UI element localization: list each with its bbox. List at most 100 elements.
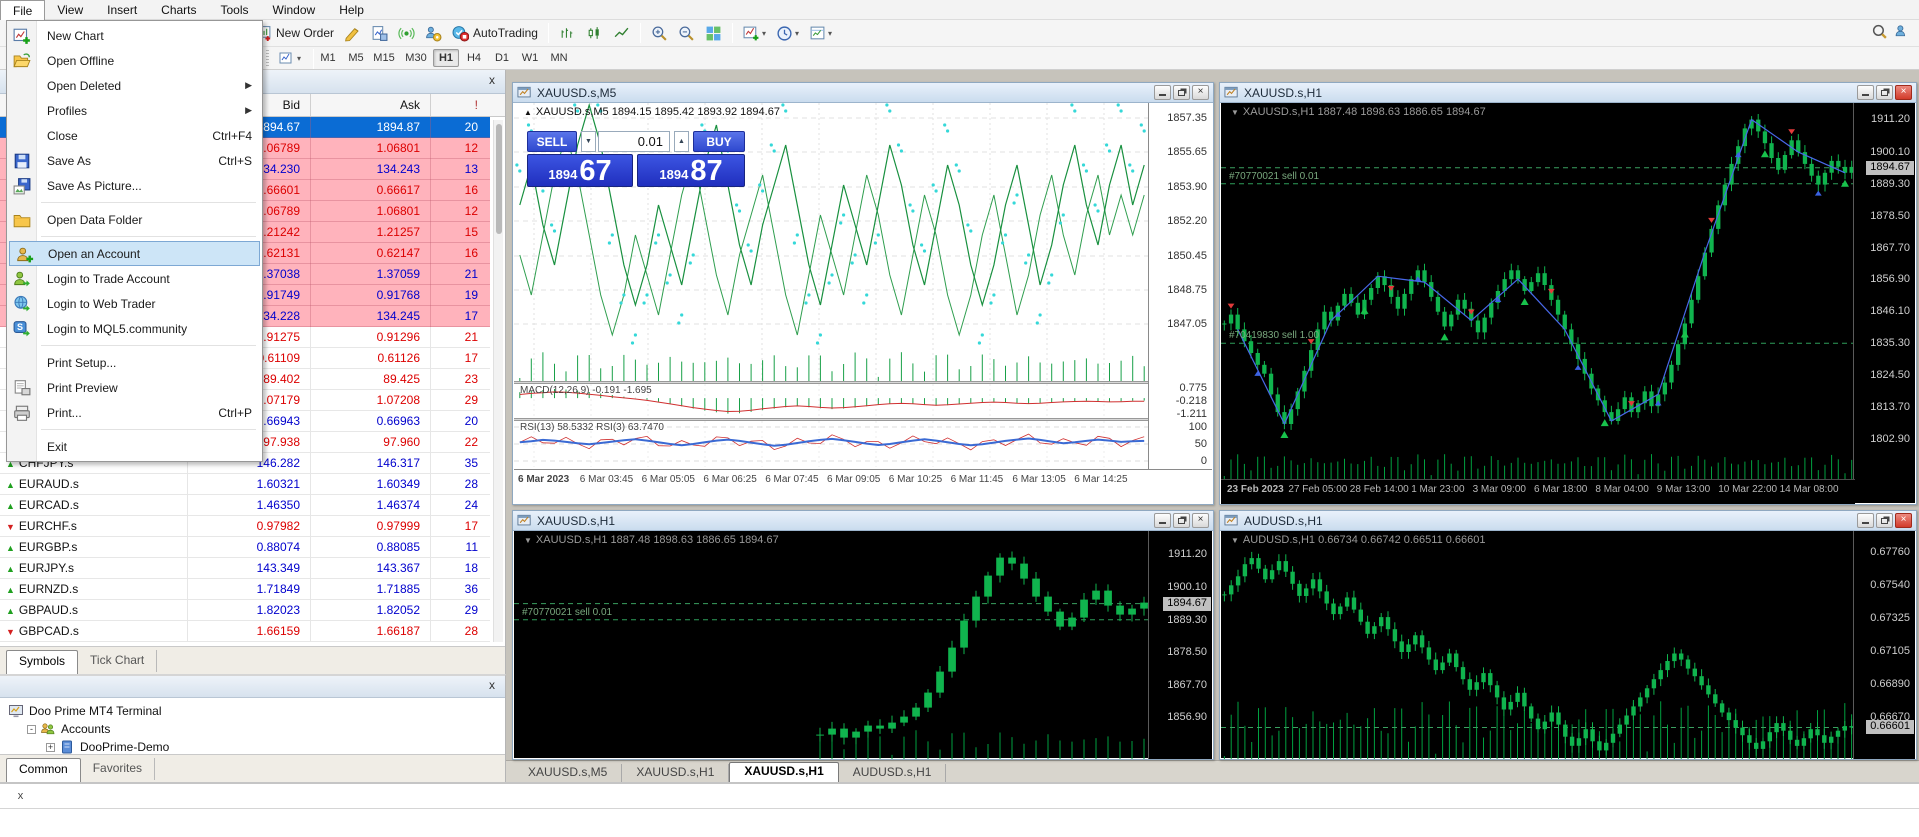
bars-chart-button[interactable] bbox=[555, 22, 580, 45]
chart-tab-xauusd-s-m5[interactable]: XAUUSD.s,M5 bbox=[514, 764, 622, 782]
buy-button[interactable]: BUY bbox=[693, 131, 745, 152]
file-menu-item-login-to-mql5-community[interactable]: SLogin to MQL5.community bbox=[7, 316, 262, 341]
file-menu-item-print-setup[interactable]: Print Setup... bbox=[7, 350, 262, 375]
close-button[interactable]: × bbox=[1192, 85, 1209, 100]
file-menu-item-exit[interactable]: Exit bbox=[7, 434, 262, 459]
volume-input[interactable]: 0.01 bbox=[598, 131, 670, 152]
price-scale[interactable]: 0.677600.675400.673250.671050.668900.666… bbox=[1853, 531, 1915, 759]
restore-button[interactable] bbox=[1876, 85, 1893, 100]
file-menu-item-close[interactable]: CloseCtrl+F4 bbox=[7, 123, 262, 148]
timeframe-h1-button[interactable]: H1 bbox=[433, 49, 459, 67]
market-watch-row[interactable]: ▲GBPAUD.s1.820231.8205229 bbox=[0, 600, 490, 621]
tab-tick-chart[interactable]: Tick Chart bbox=[78, 650, 157, 672]
price-scale[interactable]: 1911.201900.101889.301878.501867.701856.… bbox=[1148, 531, 1212, 759]
rsi-pane[interactable]: RSI(13) 58.5332 RSI(3) 63.7470 bbox=[514, 421, 1150, 467]
minimize-button[interactable] bbox=[1857, 85, 1874, 100]
scrollbar-thumb[interactable] bbox=[496, 124, 502, 234]
menubar-item-insert[interactable]: Insert bbox=[95, 0, 149, 20]
file-menu-item-login-to-trade-account[interactable]: Login to Trade Account bbox=[7, 266, 262, 291]
timeframe-h4-button[interactable]: H4 bbox=[461, 49, 487, 67]
chart-plot-area[interactable]: #70770021 sell 0.01#70419830 sell 1.00 bbox=[1221, 103, 1855, 479]
file-menu-item-open-an-account[interactable]: Open an Account bbox=[9, 241, 260, 266]
file-menu-item-save-as-picture[interactable]: Save As Picture... bbox=[7, 173, 262, 198]
zoom-out-button[interactable] bbox=[674, 22, 699, 45]
market-watch-row[interactable]: ▲EURJPY.s143.349143.36718 bbox=[0, 558, 490, 579]
menubar-item-file[interactable]: File bbox=[0, 0, 45, 20]
new-order-button[interactable]: New Order bbox=[251, 22, 338, 45]
zoom-in-button[interactable] bbox=[647, 22, 672, 45]
column-header-ask[interactable]: Ask bbox=[310, 95, 430, 116]
one-click-toggle-icon[interactable]: ▼ bbox=[1231, 108, 1239, 117]
menubar-item-help[interactable]: Help bbox=[327, 0, 376, 20]
crayon-button[interactable] bbox=[340, 22, 365, 45]
file-menu-item-save-as[interactable]: Save AsCtrl+S bbox=[7, 148, 262, 173]
macd-pane[interactable]: MACD(12,26,9) -0.191 -1.695 bbox=[514, 384, 1150, 418]
autotrading-button[interactable]: AutoTrading bbox=[448, 22, 542, 45]
file-menu-item-login-to-web-trader[interactable]: Login to Web Trader bbox=[7, 291, 262, 316]
chart-window-bl[interactable]: XAUUSD.s,H1×#70770021 sell 0.01▼XAUUSD.s… bbox=[512, 510, 1214, 760]
market-watch-row[interactable]: ▼EURCHF.s0.979820.9799917 bbox=[0, 516, 490, 537]
profile-gear-button[interactable] bbox=[421, 22, 446, 45]
close-button[interactable]: × bbox=[1895, 85, 1912, 100]
expand-icon[interactable]: + bbox=[46, 743, 55, 752]
market-watch-close-icon[interactable]: x bbox=[485, 74, 499, 88]
chart-window-tl[interactable]: XAUUSD.s,M5×▲XAUUSD.s,M5 1894.15 1895.42… bbox=[512, 82, 1214, 505]
chart-doc-button[interactable] bbox=[367, 22, 392, 45]
chart-tab-xauusd-s-h1[interactable]: XAUUSD.s,H1 bbox=[729, 762, 838, 782]
market-watch-row[interactable]: ▲EURGBP.s0.880740.8808511 bbox=[0, 537, 490, 558]
close-button[interactable]: × bbox=[1192, 513, 1209, 528]
tab-symbols[interactable]: Symbols bbox=[6, 650, 78, 674]
tab-favorites[interactable]: Favorites bbox=[81, 758, 155, 780]
price-scale[interactable]: 1857.351855.651853.901852.201850.451848.… bbox=[1148, 103, 1212, 469]
collapse-icon[interactable]: - bbox=[27, 725, 36, 734]
market-watch-row[interactable]: ▼GBPCAD.s1.661591.6618728 bbox=[0, 621, 490, 642]
sell-button[interactable]: SELL bbox=[527, 131, 577, 152]
chart-window-titlebar[interactable]: AUDUSD.s,H1× bbox=[1220, 511, 1916, 531]
chart-tab-audusd-s-h1[interactable]: AUDUSD.s,H1 bbox=[839, 764, 947, 782]
market-watch-row[interactable]: ▲EURAUD.s1.603211.6034928 bbox=[0, 474, 490, 495]
minimize-button[interactable] bbox=[1154, 513, 1171, 528]
chart-window-titlebar[interactable]: XAUUSD.s,H1× bbox=[513, 511, 1213, 531]
search-icon[interactable] bbox=[1871, 23, 1888, 40]
candles-chart-button[interactable] bbox=[582, 22, 607, 45]
signal-button[interactable] bbox=[394, 22, 419, 45]
file-menu-item-print[interactable]: Print...Ctrl+P bbox=[7, 400, 262, 425]
market-watch-scrollbar[interactable] bbox=[493, 120, 503, 642]
chart-body[interactable]: #70770021 sell 0.01#70419830 sell 1.00▼X… bbox=[1221, 103, 1915, 503]
minimize-button[interactable] bbox=[1857, 513, 1874, 528]
navigator-item-doo-prime-mt4-terminal[interactable]: Doo Prime MT4 Terminal bbox=[8, 702, 161, 720]
buy-price-display[interactable]: 189487 bbox=[637, 154, 745, 187]
timeframe-m1-button[interactable]: M1 bbox=[315, 49, 341, 67]
file-menu-item-print-preview[interactable]: Print Preview bbox=[7, 375, 262, 400]
timeframe-m30-button[interactable]: M30 bbox=[401, 49, 431, 67]
one-click-toggle-icon[interactable]: ▼ bbox=[1231, 536, 1239, 545]
restore-button[interactable] bbox=[1173, 513, 1190, 528]
chart-tab-xauusd-s-h1[interactable]: XAUUSD.s,H1 bbox=[622, 764, 729, 782]
navigator-item-accounts[interactable]: -Accounts bbox=[27, 720, 110, 738]
line-chart-button[interactable] bbox=[609, 22, 634, 45]
menubar-item-window[interactable]: Window bbox=[261, 0, 328, 20]
chart-period-button[interactable]: ▾ bbox=[275, 47, 305, 70]
one-click-toggle-icon[interactable]: ▲ bbox=[524, 108, 532, 117]
indicators-button[interactable]: ▾ bbox=[739, 22, 770, 45]
market-watch-row[interactable]: ▲EURNZD.s1.718491.7188536 bbox=[0, 579, 490, 600]
chart-plot-area[interactable]: #70770021 sell 0.01 bbox=[514, 531, 1150, 759]
file-menu-item-open-offline[interactable]: Open Offline bbox=[7, 48, 262, 73]
column-header-spread[interactable]: ! bbox=[430, 95, 488, 116]
one-click-toggle-icon[interactable]: ▼ bbox=[524, 536, 532, 545]
chart-body[interactable]: ▲XAUUSD.s,M5 1894.15 1895.42 1893.92 189… bbox=[514, 103, 1212, 503]
volume-increase-button[interactable]: ▲ bbox=[674, 131, 689, 152]
file-menu-item-open-deleted[interactable]: Open Deleted▶ bbox=[7, 73, 262, 98]
chart-window-tr[interactable]: XAUUSD.s,H1×#70770021 sell 0.01#70419830… bbox=[1219, 82, 1917, 505]
sell-price-display[interactable]: 189467 bbox=[527, 154, 633, 187]
timeframe-d1-button[interactable]: D1 bbox=[489, 49, 515, 67]
chart-body[interactable]: ▼AUDUSD.s,H1 0.66734 0.66742 0.66511 0.6… bbox=[1221, 531, 1915, 758]
chart-window-br[interactable]: AUDUSD.s,H1×▼AUDUSD.s,H1 0.66734 0.66742… bbox=[1219, 510, 1917, 760]
price-scale[interactable]: 1911.201900.101889.301878.501867.701856.… bbox=[1853, 103, 1915, 479]
market-watch-row[interactable]: ▲EURCAD.s1.463501.4637424 bbox=[0, 495, 490, 516]
menubar-item-tools[interactable]: Tools bbox=[209, 0, 261, 20]
close-button[interactable]: × bbox=[1895, 513, 1912, 528]
time-axis[interactable]: 6 Mar 20236 Mar 03:456 Mar 05:056 Mar 06… bbox=[514, 469, 1212, 504]
chart-body[interactable]: #70770021 sell 0.01▼XAUUSD.s,H1 1887.48 … bbox=[514, 531, 1212, 758]
tab-common[interactable]: Common bbox=[6, 758, 81, 782]
